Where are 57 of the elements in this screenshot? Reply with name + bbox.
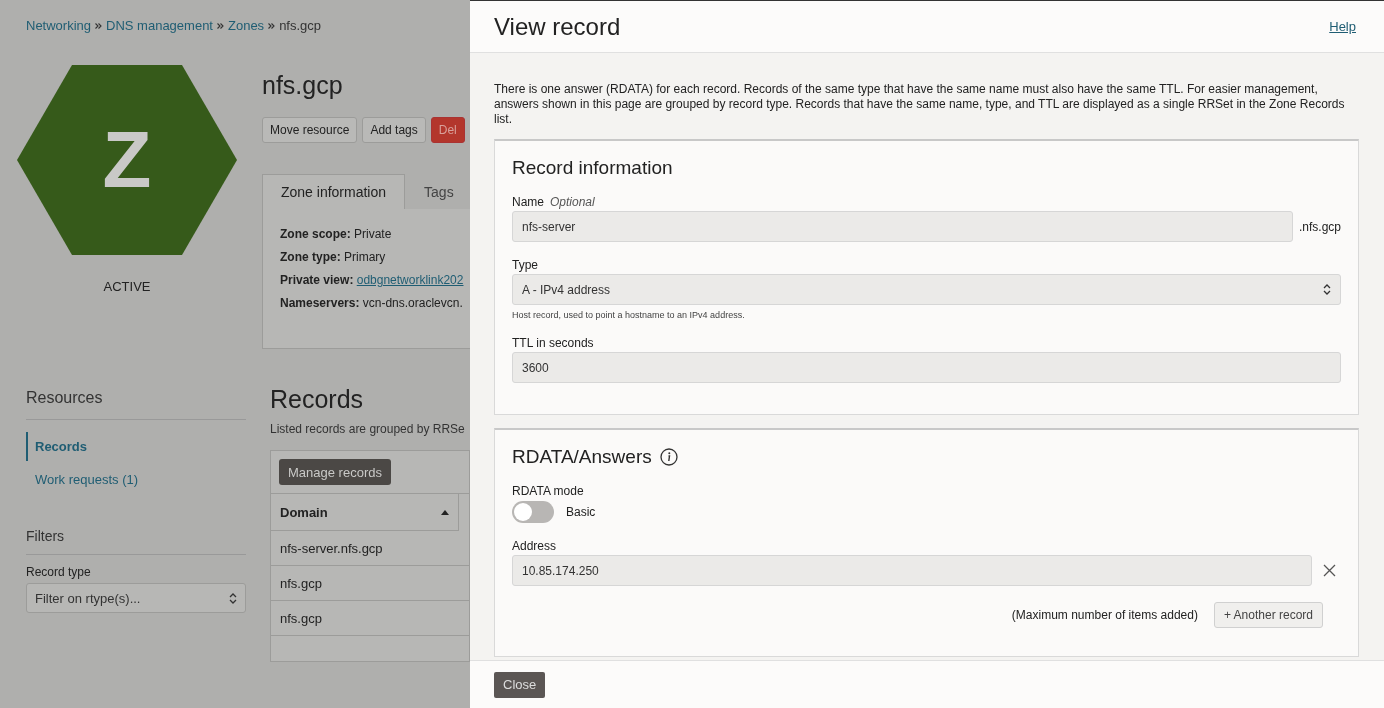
field-label: TTL in seconds (512, 336, 595, 350)
description-text: There is one answer (RDATA) for each record. Records of the same type that have the same name must also have the same TTL. For easier management, answers shown in this page are grouped by record type. Records that have the same name, type, and TTL are displayed as a single RRSet in the Zone Records list. (494, 82, 1346, 127)
breadcrumb-link[interactable]: DNS management (106, 18, 213, 33)
close-button[interactable]: Close (494, 671, 546, 698)
card-title: RDATA/Answers (512, 446, 652, 468)
card-title: Record information (512, 157, 674, 179)
filters-heading: Filters (26, 528, 246, 555)
records-heading: Records (270, 385, 365, 414)
status-label: ACTIVE (102, 279, 152, 294)
chevron-icon (95, 22, 103, 29)
field-hint: Host record, used to point a hostname to an IPv4 address. (512, 310, 746, 320)
name-field[interactable]: nfs-server (512, 211, 1293, 242)
manage-records-button[interactable]: Manage records (279, 459, 391, 485)
sidebar-item[interactable]: Records (26, 432, 246, 461)
address-field[interactable]: 10.85.174.250 (512, 555, 1312, 586)
info-icon[interactable] (659, 448, 678, 466)
help-link[interactable]: Help (1329, 19, 1356, 34)
drawer-title: View record (494, 12, 621, 41)
action-button[interactable]: Add tags (362, 117, 426, 143)
ttl-field[interactable]: 3600 (512, 352, 1341, 383)
info-line: Private view: odbgnetworklink202 (280, 273, 464, 287)
info-line: Zone type: Primary (280, 250, 387, 264)
domain-suffix: .nfs.gcp (1298, 219, 1341, 234)
chevron-icon (217, 22, 224, 29)
page-title: nfs.gcp (262, 71, 344, 100)
records-subtitle: Listed records are grouped by RRSe (270, 422, 466, 436)
action-button[interactable]: Move resource (262, 117, 358, 143)
breadcrumb-current: nfs.gcp (279, 18, 322, 33)
table-cell: nfs.gcp (271, 566, 469, 601)
another-record-button[interactable]: + Another record (1213, 602, 1323, 628)
column-header[interactable]: Domain (271, 494, 459, 531)
tab[interactable]: Tags (405, 174, 470, 209)
type-select[interactable]: A - IPv4 address (512, 274, 1341, 305)
info-link[interactable]: odbgnetworklink202 (356, 273, 464, 287)
record-type-select[interactable]: Filter on rtype(s)... (26, 583, 246, 613)
table-cell: nfs.gcp (271, 601, 469, 636)
info-line: Zone scope: Private (280, 227, 393, 241)
breadcrumb-link[interactable]: Networking (26, 18, 92, 33)
table-cell: nfs-server.nfs.gcp (271, 531, 469, 566)
max-items-note: (Maximum number of items added) (1011, 608, 1198, 622)
updown-icon (1323, 283, 1331, 296)
field-label: Type (512, 258, 539, 272)
sort-up-icon (441, 509, 449, 515)
chevron-icon (268, 22, 276, 29)
tab[interactable]: Zone information (262, 174, 406, 209)
mode-toggle[interactable] (512, 501, 554, 523)
sidebar-item[interactable]: Work requests (1) (26, 465, 246, 494)
zone-letter: Z (102, 114, 152, 206)
toggle-label: Basic (566, 505, 596, 519)
breadcrumb-link[interactable]: Zones (228, 18, 265, 33)
field-label: Name Optional (512, 195, 596, 209)
info-line: Nameservers: vcn-dns.oraclevcn. (280, 296, 464, 310)
resources-heading: Resources (26, 389, 246, 420)
updown-icon (229, 591, 237, 605)
field-label: RDATA mode (512, 484, 585, 498)
field-label: Address (512, 539, 558, 553)
field-label: Record type (26, 565, 92, 579)
